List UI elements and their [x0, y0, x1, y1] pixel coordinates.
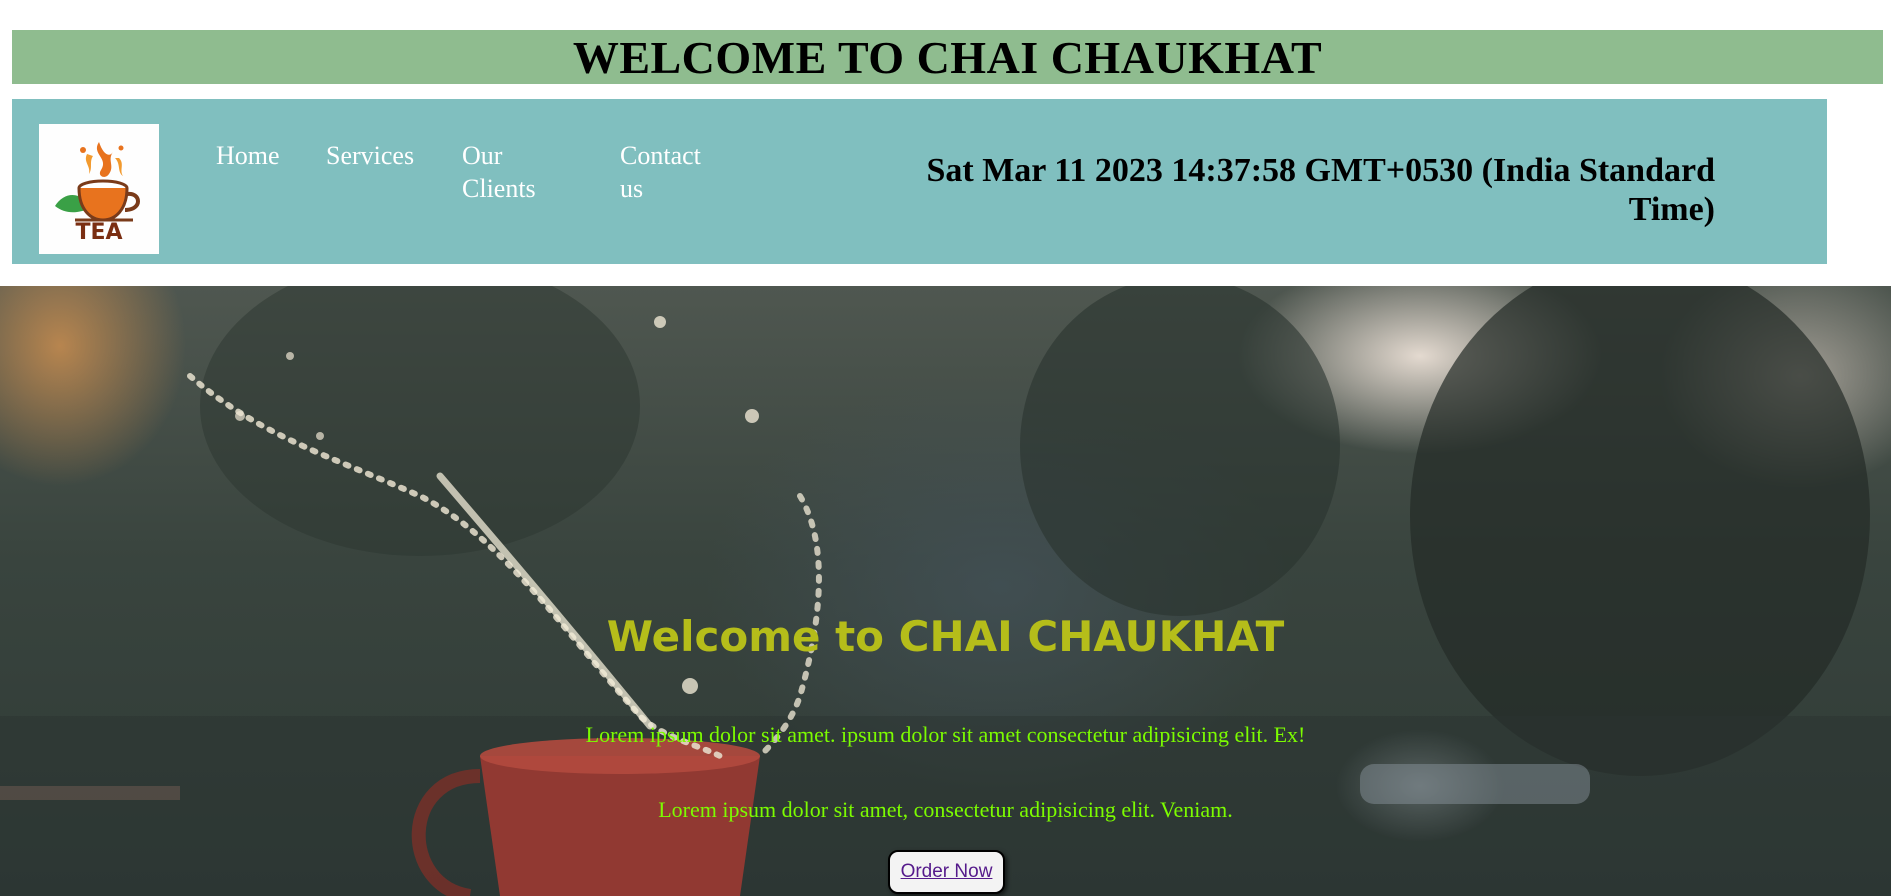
- hero-title: Welcome to CHAI CHAUKHAT: [606, 612, 1285, 661]
- navbar: TEA Home Services Our Clients Contact us…: [12, 99, 1827, 264]
- nav-link-contact-us[interactable]: Contact us: [620, 139, 730, 205]
- hero-section: Welcome to CHAI CHAUKHAT Lorem ipsum dol…: [0, 286, 1891, 896]
- top-banner: WELCOME TO CHAI CHAUKHAT: [12, 30, 1883, 84]
- nav-link-home[interactable]: Home: [216, 139, 280, 172]
- hero-text-line-2: Lorem ipsum dolor sit amet, consectetur …: [658, 797, 1233, 822]
- logo-text: TEA: [75, 220, 123, 245]
- nav-link-services[interactable]: Services: [326, 139, 414, 172]
- banner-title: WELCOME TO CHAI CHAUKHAT: [572, 31, 1323, 83]
- order-now-button[interactable]: Order Now: [888, 850, 1005, 894]
- tea-logo[interactable]: TEA: [39, 124, 159, 254]
- hero-text-line-1: Lorem ipsum dolor sit amet. ipsum dolor …: [585, 722, 1306, 747]
- current-datetime: Sat Mar 11 2023 14:37:58 GMT+0530 (India…: [926, 152, 1715, 228]
- nav-link-our-clients[interactable]: Our Clients: [462, 139, 582, 205]
